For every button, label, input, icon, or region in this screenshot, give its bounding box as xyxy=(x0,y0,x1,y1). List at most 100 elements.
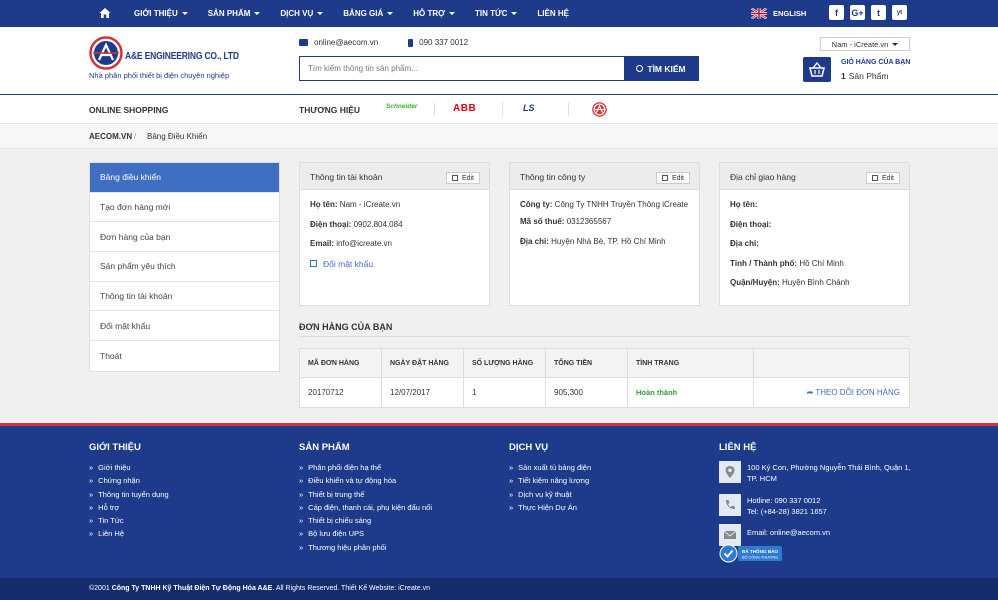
field-label: Mã số thuế: xyxy=(520,217,565,226)
column-header: TÌNH TRẠNG xyxy=(627,348,754,378)
edit-button[interactable]: Edit xyxy=(655,172,690,184)
company-info-card: Thông tin công ty Edit Công ty: Công Ty … xyxy=(509,162,700,306)
breadcrumb: AECOM.VN / Bảng Điều Khiển xyxy=(0,123,998,149)
sidebar-item-account-info[interactable]: Thông tin tài khoản xyxy=(90,282,279,312)
footer-link[interactable]: Cáp điện, thanh cái, phụ kiện đấu nối xyxy=(299,501,432,514)
field-label: Điện thoại: xyxy=(730,219,772,229)
menu-gioi-thieu[interactable]: GIỚI THIỆU xyxy=(134,9,188,18)
menu-lien-he[interactable]: LIÊN HỆ xyxy=(537,9,569,18)
footer-link[interactable]: Thông tin tuyển dụng xyxy=(89,488,168,501)
footer-phone: Hotline: 090 337 0012 Tel: (+84-28) 3821 … xyxy=(719,494,919,524)
footer-link[interactable]: Thương hiệu phân phối xyxy=(299,541,432,554)
menu-tin-tuc[interactable]: TIN TỨC xyxy=(475,9,518,18)
shipping-city: Tỉnh / Thành phố: Hồ Chí Minh xyxy=(730,259,899,269)
ae-brand-logo-icon[interactable] xyxy=(592,102,607,117)
footer-link[interactable]: Liên Hệ xyxy=(89,527,169,540)
footer-link[interactable]: Thiết bị chiếu sáng xyxy=(299,514,432,527)
footer-link[interactable]: Bộ lưu điện UPS xyxy=(299,527,432,540)
footer-heading: LIÊN HỆ xyxy=(719,442,757,453)
footer-heading: DỊCH VỤ xyxy=(509,442,549,453)
field-label: Họ tên: xyxy=(310,200,338,209)
user-menu[interactable]: Nam - iCreate.vn xyxy=(820,37,910,51)
menu-label: BẢNG GIÁ xyxy=(343,9,384,18)
footer-link[interactable]: Chứng nhận xyxy=(89,474,169,487)
field-value: 0902.804.084 xyxy=(353,219,403,229)
email-text[interactable]: Email: online@aecom.vn xyxy=(747,528,830,539)
caret-down-icon xyxy=(449,12,455,16)
youtube-icon[interactable]: yt xyxy=(892,5,907,20)
sidebar-item-favorites[interactable]: Sản phẩm yêu thích xyxy=(90,252,279,282)
shipping-phone: Điện thoại: xyxy=(730,220,899,230)
track-order-link[interactable]: ➦ THEO DÕI ĐƠN HÀNG xyxy=(754,378,910,408)
brand-abb[interactable]: ABB xyxy=(453,103,476,114)
footer-heading: SẢN PHẨM xyxy=(299,442,350,453)
basket-icon xyxy=(803,57,831,82)
sidebar-item-logout[interactable]: Thoát xyxy=(90,341,279,371)
language-switch[interactable]: ENGLISH xyxy=(751,8,806,19)
edit-button[interactable]: Edit xyxy=(445,172,480,184)
sidebar-item-dashboard[interactable]: Bảng điều khiển xyxy=(90,163,279,193)
menu-san-pham[interactable]: SẢN PHẨM xyxy=(208,9,261,18)
footer-link[interactable]: Giới thiệu xyxy=(89,461,169,474)
footer-link[interactable]: Dịch vụ kỹ thuật xyxy=(509,488,591,501)
search-input[interactable] xyxy=(300,57,625,80)
header-phone[interactable]: 090 337 0012 xyxy=(419,38,468,47)
cart-count-number: 1 xyxy=(841,71,846,81)
field-label: Email: xyxy=(310,239,335,248)
account-phone: Điện thoại: 0902.804.084 xyxy=(310,220,479,230)
column-header: SỐ LƯỢNG HÀNG xyxy=(463,348,546,378)
footer-link[interactable]: Phân phối điện hạ thế xyxy=(299,461,432,474)
menu-ho-tro[interactable]: HỖ TRỢ xyxy=(413,9,455,18)
sidebar-item-new-order[interactable]: Tạo đơn hàng mới xyxy=(90,193,279,223)
header-email[interactable]: online@aecom.vn xyxy=(314,38,378,47)
footer-link[interactable]: Tin Tức xyxy=(89,514,169,527)
footer-address: 100 Ký Con, Phường Nguyễn Thái Bình, Quậ… xyxy=(719,461,919,494)
field-label: Địa chỉ: xyxy=(520,236,549,246)
menu-bang-gia[interactable]: BẢNG GIÁ xyxy=(343,9,394,18)
registered-badge-icon[interactable]: ĐÃ THÔNG BÁO BỘ CÔNG THƯƠNG xyxy=(719,544,783,563)
home-icon[interactable] xyxy=(99,7,111,19)
footer-contact: LIÊN HỆ 100 Ký Con, Phường Nguyễn Thái B… xyxy=(719,442,919,553)
brand-bar: ONLINE SHOPPING THƯƠNG HIỆU Schneider AB… xyxy=(0,94,998,123)
edit-label: Edit xyxy=(461,174,474,182)
badge-line-1: ĐÃ THÔNG BÁO xyxy=(742,547,778,554)
footer-heading: GIỚI THIỆU xyxy=(89,442,141,453)
footer-link[interactable]: Tiết kiệm năng lượng xyxy=(509,474,591,487)
company-name: Công ty: Công Ty TNHH Truyền Thông iCrea… xyxy=(520,197,689,213)
footer-link[interactable]: Thực Hiện Dự Án xyxy=(509,501,591,514)
menu-dich-vu[interactable]: DỊCH VỤ xyxy=(280,9,324,18)
brand-schneider[interactable]: Schneider xyxy=(386,103,417,110)
order-total: 905,300 xyxy=(545,377,628,408)
brand-ls[interactable]: LS xyxy=(523,103,535,113)
menu-label: SẢN PHẨM xyxy=(207,9,251,18)
cart-count-unit: Sản Phẩm xyxy=(848,71,889,81)
column-header-empty xyxy=(753,348,910,378)
facebook-icon[interactable]: f xyxy=(829,5,844,20)
map-pin-icon xyxy=(719,461,741,483)
search-bar: TÌM KIẾM xyxy=(299,56,699,81)
sidebar-item-my-orders[interactable]: Đơn hàng của bạn xyxy=(90,222,279,253)
footer-link[interactable]: Thiết bị trung thế xyxy=(299,488,432,501)
card-header: Thông tin công ty Edit xyxy=(510,163,699,190)
uk-flag-icon xyxy=(751,8,767,19)
breadcrumb-home[interactable]: AECOM.VN xyxy=(89,132,132,141)
change-password-link[interactable]: Đổi mật khẩu xyxy=(310,259,479,269)
phone-text: Hotline: 090 337 0012 Tel: (+84-28) 3821 … xyxy=(747,496,827,517)
edit-button[interactable]: Edit xyxy=(865,172,900,184)
table-header-row: MÃ ĐƠN HÀNG NGÀY ĐẶT HÀNG SỐ LƯỢNG HÀNG … xyxy=(299,348,910,378)
footer-link[interactable]: Điều khiển và tự động hóa xyxy=(299,474,432,487)
company-address: Địa chỉ: Huyện Nhà Bè, TP. Hồ Chí Minh xyxy=(520,237,689,247)
footer-link[interactable]: Sản xuất tủ bảng điện xyxy=(509,461,591,474)
caret-down-icon xyxy=(892,42,899,46)
footer-link[interactable]: Hỗ trợ xyxy=(89,501,169,514)
twitter-icon[interactable]: t xyxy=(871,5,886,20)
field-label: Họ tên: xyxy=(730,200,758,209)
online-shopping-label[interactable]: ONLINE SHOPPING xyxy=(89,105,168,115)
card-body: Công ty: Công Ty TNHH Truyền Thông iCrea… xyxy=(510,190,699,247)
search-button[interactable]: TÌM KIẾM xyxy=(624,57,698,80)
footer-column-about: GIỚI THIỆU Giới thiệu Chứng nhận Thông t… xyxy=(89,442,169,541)
google-plus-icon[interactable]: G+ xyxy=(850,5,865,20)
address-text: 100 Ký Con, Phường Nguyễn Thái Bình, Quậ… xyxy=(747,463,911,483)
sidebar-item-change-password[interactable]: Đổi mật khẩu xyxy=(90,311,279,342)
social-links: f G+ t yt xyxy=(829,5,913,20)
